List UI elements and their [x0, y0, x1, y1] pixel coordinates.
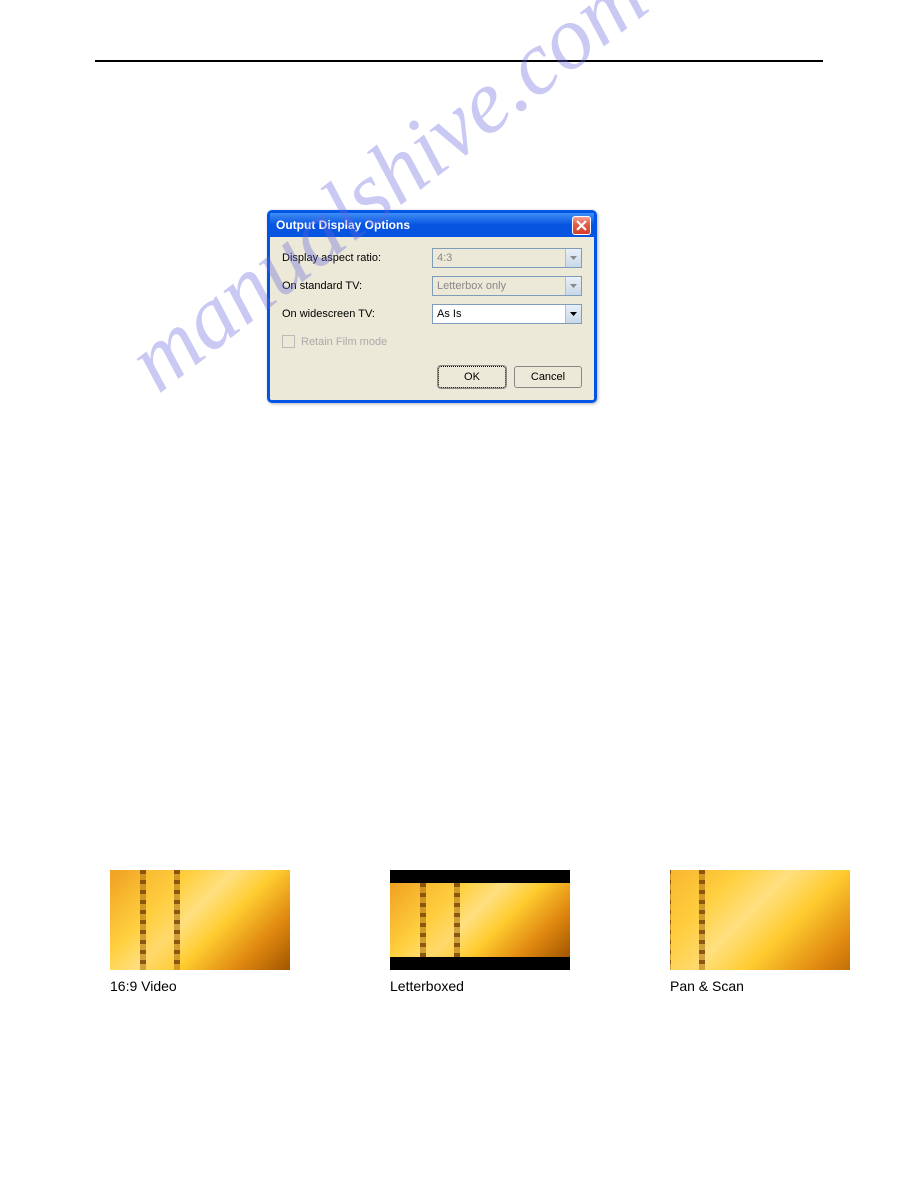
retain-film-mode-checkbox: [282, 335, 295, 348]
page-divider: [95, 60, 823, 62]
aspect-ratio-row: Display aspect ratio: 4:3: [282, 247, 582, 269]
dialog-body: Display aspect ratio: 4:3 On standard TV…: [270, 237, 594, 400]
video-thumbnail-169: [110, 870, 290, 970]
dialog-button-row: OK Cancel: [282, 366, 582, 388]
output-display-options-dialog: Output Display Options Display aspect ra…: [267, 210, 597, 403]
video-thumbnail-letterboxed: [390, 870, 570, 970]
chevron-down-icon: [565, 277, 581, 295]
standard-tv-label: On standard TV:: [282, 280, 432, 292]
standard-tv-value: Letterbox only: [437, 280, 506, 292]
widescreen-tv-row: On widescreen TV: As Is: [282, 303, 582, 325]
aspect-ratio-value: 4:3: [437, 252, 452, 264]
dialog-titlebar[interactable]: Output Display Options: [270, 213, 594, 237]
chevron-down-icon: [565, 249, 581, 267]
image-item-panscan: Pan & Scan: [670, 870, 850, 994]
caption-panscan: Pan & Scan: [670, 978, 850, 994]
example-images-row: 16:9 Video Letterboxed Pan & Scan: [110, 870, 850, 994]
dialog-title: Output Display Options: [276, 218, 410, 232]
chevron-down-icon: [565, 305, 581, 323]
image-item-letterboxed: Letterboxed: [390, 870, 570, 994]
widescreen-tv-dropdown[interactable]: As Is: [432, 304, 582, 324]
aspect-ratio-dropdown: 4:3: [432, 248, 582, 268]
image-item-169: 16:9 Video: [110, 870, 290, 994]
aspect-ratio-label: Display aspect ratio:: [282, 252, 432, 264]
standard-tv-dropdown: Letterbox only: [432, 276, 582, 296]
retain-film-mode-label: Retain Film mode: [301, 336, 387, 348]
caption-letterboxed: Letterboxed: [390, 978, 570, 994]
ok-button[interactable]: OK: [438, 366, 506, 388]
video-thumbnail-panscan: [670, 870, 850, 970]
retain-film-mode-row: Retain Film mode: [282, 335, 582, 348]
close-button[interactable]: [572, 216, 591, 235]
widescreen-tv-label: On widescreen TV:: [282, 308, 432, 320]
cancel-button[interactable]: Cancel: [514, 366, 582, 388]
standard-tv-row: On standard TV: Letterbox only: [282, 275, 582, 297]
close-icon: [576, 220, 587, 231]
caption-169: 16:9 Video: [110, 978, 290, 994]
widescreen-tv-value: As Is: [437, 308, 461, 320]
